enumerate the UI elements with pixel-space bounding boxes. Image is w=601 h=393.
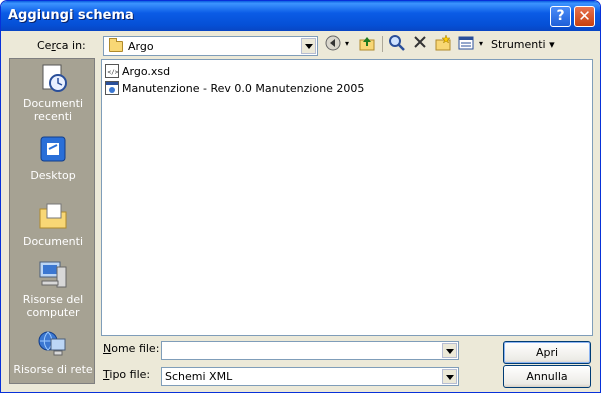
filetype-label: Tipo file: [103, 368, 151, 381]
place-label: Risorse del computer [22, 293, 84, 319]
views-dropdown-icon[interactable]: ▾ [476, 34, 486, 54]
place-label: Risorse di rete [13, 363, 93, 376]
filetype-select[interactable]: Schemi XML [161, 367, 459, 386]
web-file-icon [105, 81, 119, 95]
help-button[interactable]: ? [550, 6, 571, 27]
place-label: Desktop [30, 169, 76, 182]
chevron-down-icon[interactable] [442, 369, 457, 384]
chevron-down-icon[interactable] [301, 38, 316, 54]
network-icon [37, 329, 69, 359]
close-button[interactable]: ✕ [574, 6, 595, 27]
back-dropdown-icon[interactable]: ▾ [342, 34, 352, 54]
documents-icon [37, 201, 69, 231]
filename-input[interactable] [161, 341, 459, 360]
window-title: Aggiungi schema [8, 8, 134, 23]
recent-documents-icon [37, 63, 69, 93]
place-network[interactable]: Risorse di rete [10, 329, 96, 376]
file-list[interactable]: </> Argo.xsd Manutenzione - Rev 0.0 Manu… [101, 59, 593, 336]
place-label: Documenti recenti [22, 97, 84, 123]
chevron-down-icon[interactable] [442, 343, 457, 358]
open-button[interactable]: Apri [503, 341, 591, 364]
place-documents[interactable]: Documenti [10, 201, 96, 248]
add-schema-dialog: Aggiungi schema ? ✕ Cerca in: Argo ▾ ▾ S… [0, 0, 601, 393]
desktop-icon [37, 135, 69, 165]
svg-text:</>: </> [108, 69, 119, 76]
new-folder-icon[interactable] [433, 34, 453, 54]
filename-label: Nome file: [103, 342, 160, 355]
look-in-combo[interactable]: Argo [103, 36, 318, 56]
title-bar[interactable]: Aggiungi schema ? ✕ [1, 1, 600, 31]
places-bar: Documenti recenti Desktop Documenti Riso… [9, 58, 95, 384]
up-folder-icon[interactable] [357, 34, 377, 54]
xsd-file-icon: </> [105, 64, 119, 78]
place-desktop[interactable]: Desktop [10, 135, 96, 182]
tools-menu[interactable]: Strumenti ▾ [491, 38, 555, 51]
folder-icon [109, 38, 123, 52]
toolbar-separator [382, 36, 383, 52]
look-in-label: Cerca in: [37, 39, 86, 52]
my-computer-icon [37, 259, 69, 289]
back-arrow-icon[interactable] [323, 34, 343, 54]
cancel-button[interactable]: Annulla [503, 365, 591, 388]
place-label: Documenti [22, 235, 84, 248]
delete-icon[interactable] [410, 34, 430, 54]
place-my-computer[interactable]: Risorse del computer [10, 259, 96, 319]
views-icon[interactable] [456, 34, 476, 54]
search-web-icon[interactable] [387, 34, 407, 54]
look-in-value: Argo [128, 40, 154, 53]
place-recent-documents[interactable]: Documenti recenti [10, 63, 96, 123]
